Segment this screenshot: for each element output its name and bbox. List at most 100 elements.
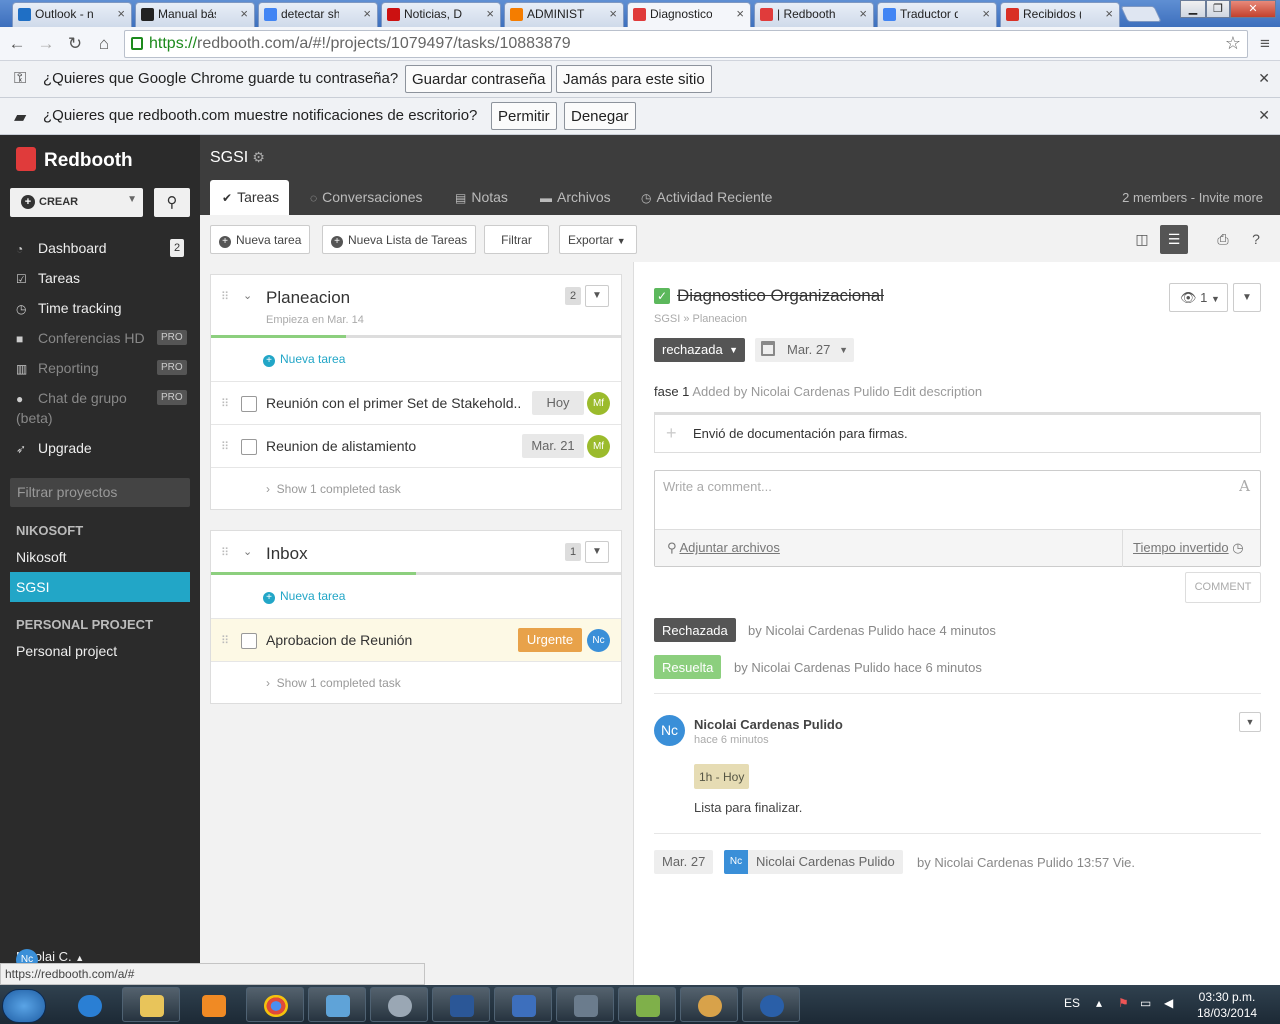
project-item-nikosoft[interactable]: Nikosoft — [10, 542, 190, 572]
comment-button[interactable]: COMMENT — [1185, 572, 1261, 603]
paint-icon[interactable] — [680, 987, 738, 1022]
new-list-button[interactable]: + Nueva Lista de Tareas — [322, 225, 477, 254]
task-title[interactable]: Reunion de alistamiento — [266, 438, 521, 454]
plus-icon[interactable]: + — [666, 423, 677, 444]
close-tab-icon[interactable]: × — [486, 6, 494, 21]
home-icon[interactable]: ⌂ — [93, 33, 115, 55]
control-panel-icon[interactable] — [308, 987, 366, 1022]
close-tab-icon[interactable]: × — [1105, 6, 1113, 21]
task-checkbox[interactable] — [241, 396, 257, 412]
attach-files-link[interactable]: ⚲ Adjuntar archivos — [667, 540, 780, 556]
drag-handle-icon[interactable]: ⠿ — [221, 290, 229, 303]
tab-archivos[interactable]: ▬ Archivos — [540, 189, 611, 205]
sidebar-item-dashboard[interactable]: ◔ Dashboard — [16, 240, 107, 256]
list-title[interactable]: Planeacion — [266, 288, 350, 308]
notepad-icon[interactable] — [618, 987, 676, 1022]
word-icon[interactable] — [432, 987, 490, 1022]
browser-tab-outlook[interactable]: Outlook - nik × — [12, 2, 132, 27]
create-button[interactable]: + CREAR ▼ — [10, 188, 143, 217]
user-menu[interactable]: Nc Nicolai C. ▲ — [16, 949, 84, 971]
project-item-personal[interactable]: Personal project — [10, 636, 190, 666]
search-button[interactable]: ⚲ — [154, 188, 190, 217]
breadcrumb-list[interactable]: Planeacion — [693, 313, 747, 325]
minimize-window-button[interactable]: ▁ — [1180, 0, 1206, 18]
browser-tab-google[interactable]: detectar sh n × — [258, 2, 378, 27]
task-completed-checkbox[interactable]: ✓ — [654, 288, 670, 304]
tab-notas[interactable]: ▤ Notas — [455, 189, 508, 205]
network-flag-icon[interactable]: ⚑ — [1118, 996, 1129, 1010]
tray-arrow-icon[interactable]: ▴ — [1096, 996, 1102, 1010]
internet-explorer-icon[interactable] — [60, 987, 118, 1022]
close-window-button[interactable]: ✕ — [1230, 0, 1276, 18]
clock-date[interactable]: 18/03/2014 — [1197, 1006, 1257, 1020]
redbooth-logo[interactable]: Redbooth — [16, 147, 133, 172]
show-completed-link[interactable]: › Show 1 completed task — [266, 482, 401, 496]
volume-icon[interactable]: ◀ — [1164, 996, 1173, 1010]
list-title[interactable]: Inbox — [266, 544, 308, 564]
browser-tab-blogger[interactable]: ADMINISTRA × — [504, 2, 624, 27]
export-dropdown[interactable]: Exportar ▼ — [559, 225, 637, 254]
sidebar-item-conferencias[interactable]: ■ Conferencias HD — [16, 330, 145, 346]
tab-conversaciones[interactable]: ◌ Conversaciones — [310, 189, 423, 205]
comment-input[interactable]: Write a comment... — [663, 479, 772, 494]
settings-gear-icon[interactable] — [370, 987, 428, 1022]
browser-tab-diagnostico[interactable]: Diagnostico (× — [627, 2, 751, 27]
close-tab-icon[interactable]: × — [859, 6, 867, 21]
chevron-down-icon[interactable]: ⌄ — [243, 545, 252, 558]
address-bar[interactable]: https://redbooth.com/a/#!/projects/10794… — [124, 30, 1248, 58]
reload-icon[interactable]: ↻ — [64, 33, 86, 55]
close-tab-icon[interactable]: × — [363, 6, 371, 21]
forward-arrow-icon[interactable]: → — [35, 33, 57, 55]
close-tab-icon[interactable]: × — [609, 6, 617, 21]
task-title[interactable]: Reunión con el primer Set de Stakehold..… — [266, 395, 521, 411]
drag-handle-icon[interactable]: ⠿ — [221, 440, 229, 453]
sidebar-item-time-tracking[interactable]: ◷ Time tracking — [16, 300, 122, 316]
close-icon[interactable]: ✕ — [1258, 107, 1270, 124]
filter-button[interactable]: Filtrar — [484, 225, 549, 254]
chevron-down-icon[interactable]: ⌄ — [243, 289, 252, 302]
media-player-icon[interactable] — [184, 987, 242, 1022]
close-tab-icon[interactable]: × — [736, 6, 744, 21]
watchers-button[interactable]: 👁 1 ▼ — [1169, 283, 1228, 312]
tab-actividad[interactable]: ◷ Actividad Reciente — [641, 189, 772, 205]
table-row[interactable]: ⠿ Reunión con el primer Set de Stakehold… — [211, 381, 621, 424]
list-menu-button[interactable]: ▼ — [585, 541, 609, 563]
close-tab-icon[interactable]: × — [117, 6, 125, 21]
table-row[interactable]: ⠿ Aprobacion de Reunión Urgente Nc — [211, 618, 621, 661]
chrome-menu-icon[interactable]: ≡ — [1254, 33, 1276, 55]
task-menu-button[interactable]: ▼ — [1233, 283, 1261, 312]
close-tab-icon[interactable]: × — [982, 6, 990, 21]
task-title[interactable]: Aprobacion de Reunión — [266, 632, 521, 648]
filter-projects-input[interactable]: Filtrar proyectos — [10, 478, 190, 507]
tab-tareas[interactable]: ✔ Tareas — [210, 180, 290, 215]
print-icon[interactable]: ⎙ — [1209, 225, 1237, 254]
project-item-sgsi[interactable]: SGSI — [10, 572, 190, 602]
sidebar-item-reporting[interactable]: ▥ Reporting — [16, 360, 99, 376]
table-row[interactable]: ⠿ Reunion de alistamiento Mar. 21 Mf — [211, 424, 621, 467]
browser-tab-gmail[interactable]: Recibidos (22 × — [1000, 2, 1120, 27]
task-title[interactable]: Diagnostico Organizacional — [677, 286, 884, 306]
display-icon[interactable]: ▭ — [1140, 996, 1151, 1010]
browser-tab-redbooth[interactable]: | Redbooth × — [754, 2, 874, 27]
list-menu-button[interactable]: ▼ — [585, 285, 609, 307]
sidebar-item-chat[interactable]: ● Chat de grupo — [16, 390, 127, 406]
list-new-task-link[interactable]: + Nueva tarea — [263, 589, 345, 604]
remote-desktop-icon[interactable] — [494, 987, 552, 1022]
new-task-button[interactable]: + Nueva tarea — [210, 225, 311, 254]
list-view-icon[interactable]: ☰ — [1160, 225, 1188, 254]
list-new-task-link[interactable]: + Nueva tarea — [263, 352, 345, 367]
font-format-icon[interactable]: A — [1239, 477, 1250, 495]
sidebar-item-upgrade[interactable]: ➶ Upgrade — [16, 440, 92, 456]
maximize-window-button[interactable]: ❐ — [1206, 0, 1230, 18]
help-icon[interactable]: ? — [1242, 225, 1270, 254]
edit-description-link[interactable]: Edit description — [893, 384, 982, 399]
language-indicator[interactable]: ES — [1064, 996, 1080, 1010]
browser-tab-traductor[interactable]: Traductor de × — [877, 2, 997, 27]
bookmark-star-icon[interactable]: ☆ — [1225, 33, 1241, 54]
subtask-item[interactable]: + Envió de documentación para firmas. — [654, 412, 1261, 453]
back-arrow-icon[interactable]: ← — [6, 33, 28, 55]
time-spent-link[interactable]: Tiempo invertido ◷ — [1122, 530, 1260, 567]
new-tab-button[interactable] — [1120, 6, 1162, 22]
sidebar-item-tareas[interactable]: ☑ Tareas — [16, 270, 80, 286]
deny-button[interactable]: Denegar — [564, 102, 636, 130]
